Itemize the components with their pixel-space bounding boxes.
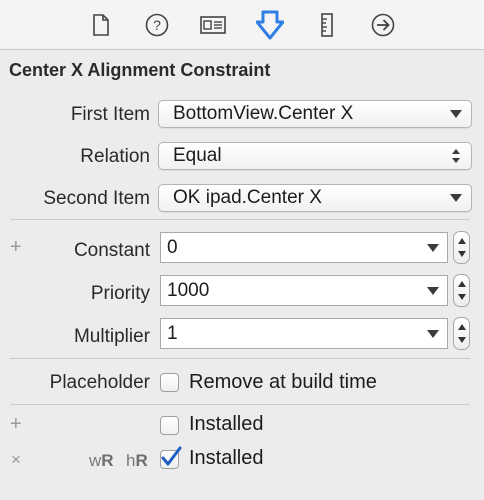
size-inspector-icon[interactable] [312,10,342,40]
remove-variation-icon[interactable]: × [11,450,21,470]
installed-label[interactable]: Installed [189,413,264,436]
up-down-arrows-icon [452,149,460,163]
stepper-down-icon[interactable] [458,294,466,300]
priority-label: Priority [90,283,150,304]
divider [10,404,470,405]
multiplier-field[interactable]: 1 [160,318,448,349]
width-size-class: wR [89,451,114,470]
multiplier-label: Multiplier [73,326,150,347]
divider [10,358,470,359]
chevron-down-icon[interactable] [427,287,439,295]
second-item-label: Second Item [43,188,150,209]
section-title: Center X Alignment Constraint [9,60,271,80]
chevron-down-icon [450,194,462,202]
second-item-popup[interactable]: OK ipad.Center X [158,184,472,212]
divider [10,219,470,220]
identity-inspector-icon[interactable] [198,10,228,40]
first-item-label: First Item [70,104,150,125]
constant-stepper[interactable] [453,231,470,264]
priority-stepper[interactable] [453,274,470,307]
stepper-up-icon[interactable] [458,281,466,287]
stepper-down-icon[interactable] [458,337,466,343]
constant-field[interactable]: 0 [160,232,448,263]
chevron-down-icon[interactable] [427,244,439,252]
add-variation-plus-icon[interactable]: + [10,236,22,259]
installed-variation-checkbox[interactable] [160,446,182,469]
priority-field[interactable]: 1000 [160,275,448,306]
relation-value: Equal [173,145,222,166]
priority-value: 1000 [167,280,210,301]
quick-help-icon[interactable]: ? [142,10,172,40]
chevron-down-icon[interactable] [427,330,439,338]
constant-value: 0 [167,237,178,258]
multiplier-stepper[interactable] [453,317,470,350]
add-size-class-plus-icon[interactable]: + [10,413,22,436]
remove-at-build-time-label[interactable]: Remove at build time [189,371,377,394]
relation-popup[interactable]: Equal [158,142,472,170]
file-inspector-icon[interactable] [86,10,116,40]
checkmark-icon [161,446,182,466]
stepper-down-icon[interactable] [458,251,466,257]
inspector-toolbar: ? [0,0,484,50]
stepper-up-icon[interactable] [458,324,466,330]
multiplier-value: 1 [167,323,178,344]
first-item-value: BottomView.Center X [173,103,354,124]
placeholder-label: Placeholder [49,372,150,393]
first-item-popup[interactable]: BottomView.Center X [158,100,472,128]
svg-text:?: ? [153,17,161,33]
chevron-down-icon [450,110,462,118]
installed-checkbox[interactable] [160,416,179,435]
constant-label: Constant [73,240,150,261]
remove-at-build-time-checkbox[interactable] [160,373,179,392]
attributes-inspector-icon[interactable] [255,10,285,40]
installed-variation-label[interactable]: Installed [189,447,264,470]
relation-label: Relation [80,146,150,167]
stepper-up-icon[interactable] [458,238,466,244]
connections-inspector-icon[interactable] [368,10,398,40]
height-size-class: hR [126,451,148,470]
second-item-value: OK ipad.Center X [173,187,322,208]
